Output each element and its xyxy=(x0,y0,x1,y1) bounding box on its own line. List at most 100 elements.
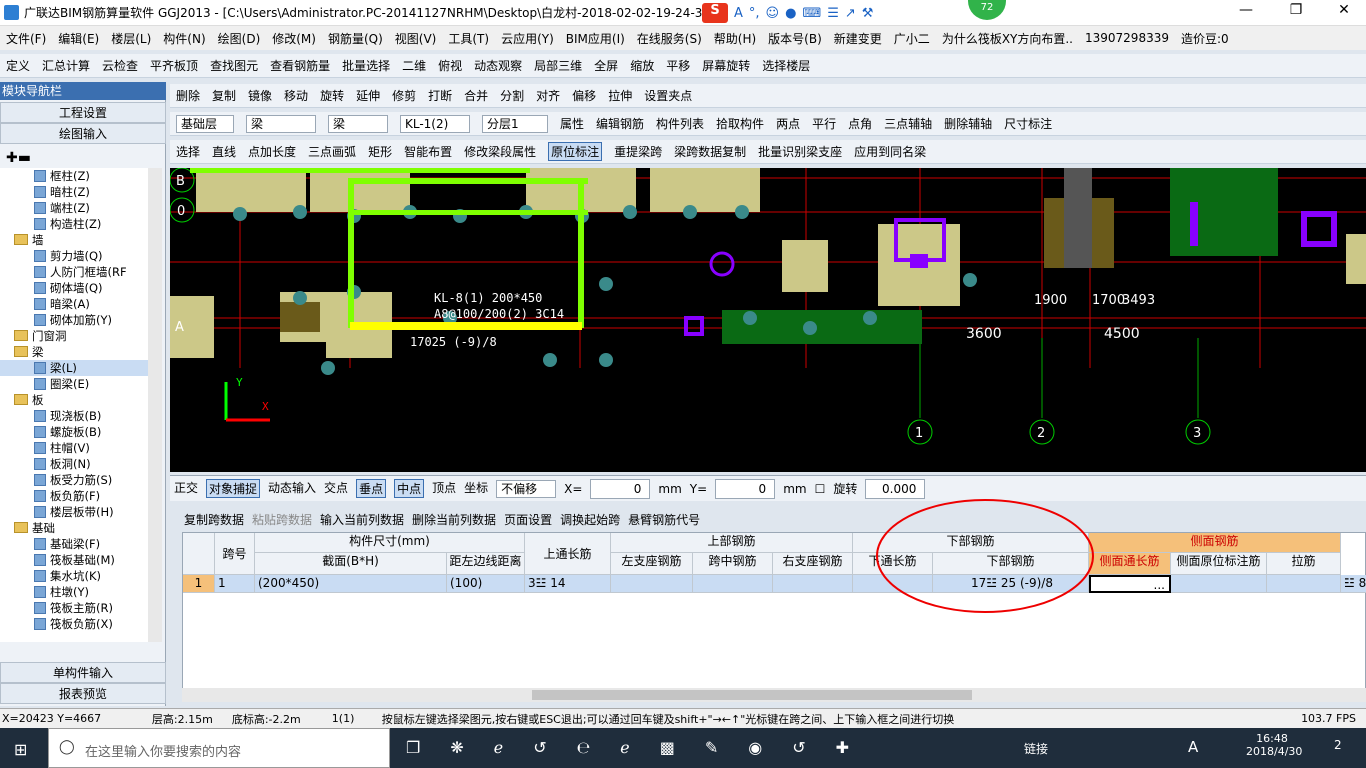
menu-item[interactable]: 楼层(L) xyxy=(111,30,151,47)
table-scrollbar[interactable] xyxy=(182,688,1366,702)
tree-item[interactable]: 基础梁(F) xyxy=(0,536,148,552)
menu-item[interactable]: 广小二 xyxy=(894,30,930,47)
voice-icon[interactable]: ● xyxy=(785,6,796,21)
snap-toggle[interactable]: 动态输入 xyxy=(268,479,316,498)
component-select[interactable]: KL-1(2) xyxy=(400,114,470,133)
tree-item[interactable]: 螺旋板(B) xyxy=(0,424,148,440)
component-tool-button[interactable]: 两点 xyxy=(776,115,800,132)
toolbar-button[interactable]: 选择楼层 xyxy=(762,57,810,74)
component-tool-button[interactable]: 三点辅轴 xyxy=(884,115,932,132)
menu-item[interactable]: BIM应用(I) xyxy=(566,30,625,47)
stirrup-cell[interactable]: ☳ 8 xyxy=(1341,575,1366,593)
component-tool-button[interactable]: 属性 xyxy=(560,115,584,132)
menu-item[interactable]: 云应用(Y) xyxy=(501,30,554,47)
component-tool-button[interactable]: 构件列表 xyxy=(656,115,704,132)
offset-select[interactable]: 不偏移 xyxy=(496,479,557,498)
left-support-cell[interactable] xyxy=(611,575,693,593)
menu-item[interactable]: 钢筋量(Q) xyxy=(328,30,383,47)
toolbar-button[interactable]: 全屏 xyxy=(594,57,618,74)
top-through-cell[interactable]: 3☳ 14 xyxy=(525,575,611,593)
type-select-2[interactable]: 梁 xyxy=(328,114,388,133)
tools-icon[interactable]: ⚒ xyxy=(862,6,874,21)
snap-toggle[interactable]: 垂点 xyxy=(356,479,387,498)
component-tree[interactable]: 框柱(Z) 暗柱(Z) 端柱(Z) 构造柱(Z) 墙剪力墙(Q) 人防门框墙(RF 砌体墙(… xyxy=(0,168,148,642)
tree-item[interactable]: 楼层板带(H) xyxy=(0,504,148,520)
ime-mode-icon[interactable]: A xyxy=(734,6,743,21)
tree-item[interactable]: 梁 xyxy=(0,344,148,360)
snap-toggle[interactable]: 中点 xyxy=(394,479,425,498)
menu-item[interactable]: 造价豆:0 xyxy=(1181,30,1229,47)
notification-count[interactable]: 2 xyxy=(1334,738,1342,752)
toolbar-button[interactable]: 定义 xyxy=(6,57,30,74)
draw-tool-button[interactable]: 三点画弧 xyxy=(308,143,356,160)
maximize-button[interactable]: ❐ xyxy=(1276,2,1316,22)
expand-collapse-icons[interactable]: ✚▬ xyxy=(6,150,31,166)
tree-item[interactable]: 梁(L) xyxy=(0,360,148,376)
edit-button[interactable]: 镜像 xyxy=(248,87,272,104)
tree-item[interactable]: 现浇板(B) xyxy=(0,408,148,424)
close-button[interactable]: ✕ xyxy=(1324,2,1364,22)
toolbar-button[interactable]: 平齐板顶 xyxy=(150,57,198,74)
span-table[interactable]: 跨号 构件尺寸(mm) 截面(B*H) 距左边线距离 上通长筋 上部钢筋 左支座… xyxy=(182,532,1366,692)
draw-tool-button[interactable]: 矩形 xyxy=(368,143,392,160)
menu-item[interactable]: 构件(N) xyxy=(163,30,205,47)
y-input[interactable]: 0 xyxy=(715,478,776,499)
side-through-cell[interactable]: ... xyxy=(1089,575,1171,593)
tree-item[interactable]: 人防门框墙(RF xyxy=(0,264,148,280)
snap-toggle[interactable]: 交点 xyxy=(324,479,348,498)
drawing-canvas[interactable]: Y X KL-8(1) 200*450 A8@100/200(2) 3C14 1… xyxy=(170,168,1366,472)
component-tool-button[interactable]: 平行 xyxy=(812,115,836,132)
draw-tool-button[interactable]: 直线 xyxy=(212,143,236,160)
tree-item[interactable]: 圈梁(E) xyxy=(0,376,148,392)
edit-button[interactable]: 对齐 xyxy=(536,87,560,104)
tree-item[interactable]: 筏板负筋(X) xyxy=(0,616,148,632)
panel-button[interactable]: 页面设置 xyxy=(504,511,552,528)
edit-button[interactable]: 设置夹点 xyxy=(644,87,692,104)
toolbar-button[interactable]: 查看钢筋量 xyxy=(270,57,330,74)
tree-scrollbar[interactable] xyxy=(148,168,162,642)
menu-item[interactable]: 版本号(B) xyxy=(768,30,822,47)
links-label[interactable]: 链接 xyxy=(1024,740,1048,757)
ime-punct-icon[interactable]: °, xyxy=(749,6,760,21)
tree-item[interactable]: 板负筋(F) xyxy=(0,488,148,504)
sogou-icon[interactable]: S xyxy=(702,3,728,23)
edit-button[interactable]: 偏移 xyxy=(572,87,596,104)
menu-item[interactable]: 绘图(D) xyxy=(218,30,261,47)
tree-item[interactable]: 砌体加筋(Y) xyxy=(0,312,148,328)
draw-tool-button[interactable]: 点加长度 xyxy=(248,143,296,160)
toolbar-button[interactable]: 屏幕旋转 xyxy=(702,57,750,74)
menu-item[interactable]: 编辑(E) xyxy=(58,30,99,47)
menu-item[interactable]: 13907298339 xyxy=(1085,31,1169,45)
menu-item[interactable]: 视图(V) xyxy=(395,30,437,47)
tree-item[interactable]: 筏板主筋(R) xyxy=(0,600,148,616)
panel-button[interactable]: 输入当前列数据 xyxy=(320,511,404,528)
toolbar-button[interactable]: 汇总计算 xyxy=(42,57,90,74)
toolbar-button[interactable]: 云检查 xyxy=(102,57,138,74)
tree-item[interactable]: 框柱(Z) xyxy=(0,168,148,184)
toolbar-button[interactable]: 批量选择 xyxy=(342,57,390,74)
edit-button[interactable]: 旋转 xyxy=(320,87,344,104)
tree-item[interactable]: 板受力筋(S) xyxy=(0,472,148,488)
edit-button[interactable]: 复制 xyxy=(212,87,236,104)
skin-icon[interactable]: ☰ xyxy=(827,6,839,21)
tie-bar-cell[interactable] xyxy=(1267,575,1341,593)
side-inplace-cell[interactable] xyxy=(1171,575,1267,593)
draw-tool-button[interactable]: 梁跨数据复制 xyxy=(674,143,746,160)
ime-toolbar[interactable]: S A °, ☺ ● ⌨ ☰ ↗ ⚒ xyxy=(702,3,873,23)
tree-item[interactable]: 构造柱(Z) xyxy=(0,216,148,232)
menu-item[interactable]: 为什么筏板XY方向布置.. xyxy=(942,30,1073,47)
tree-item[interactable]: 筏板基础(M) xyxy=(0,552,148,568)
edit-button[interactable]: 拉伸 xyxy=(608,87,632,104)
component-tool-button[interactable]: 拾取构件 xyxy=(716,115,764,132)
snap-toggle[interactable]: 对象捕捉 xyxy=(206,479,261,498)
layer-select[interactable]: 分层1 xyxy=(482,114,548,133)
toolbar-button[interactable]: 二维 xyxy=(402,57,426,74)
toolbar-button[interactable]: 动态观察 xyxy=(474,57,522,74)
edit-button[interactable]: 移动 xyxy=(284,87,308,104)
rotate-checkbox[interactable]: ☐ xyxy=(815,482,826,496)
tree-item[interactable]: 暗梁(A) xyxy=(0,296,148,312)
menu-item[interactable]: 文件(F) xyxy=(6,30,46,47)
menu-item[interactable]: 工具(T) xyxy=(448,30,489,47)
draw-tool-button[interactable]: 应用到同名梁 xyxy=(854,143,926,160)
panel-button[interactable]: 复制跨数据 xyxy=(184,511,244,528)
